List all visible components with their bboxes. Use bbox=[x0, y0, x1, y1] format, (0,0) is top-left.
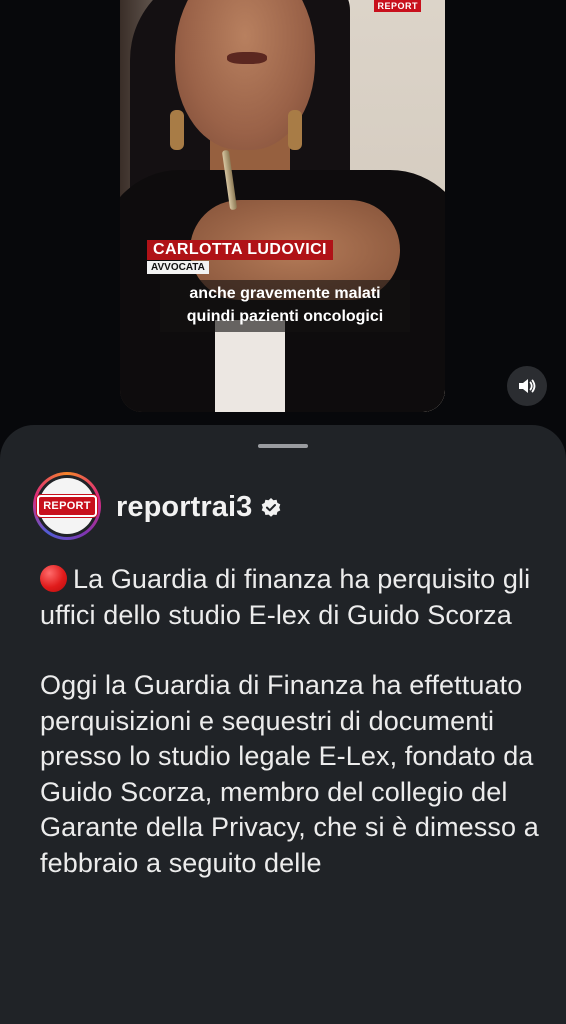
post-caption: La Guardia di finanza ha perquisito gli … bbox=[40, 562, 540, 881]
sheet-drag-handle[interactable] bbox=[258, 444, 308, 448]
headline-text: La Guardia di finanza ha perquisito gli … bbox=[40, 564, 531, 630]
video-subtitle: anche gravemente malati quindi pazienti … bbox=[160, 280, 410, 332]
post-headline: La Guardia di finanza ha perquisito gli … bbox=[40, 562, 540, 633]
avatar-story-ring[interactable]: REPORT bbox=[33, 472, 101, 540]
verified-badge-icon bbox=[260, 497, 282, 519]
caption-sheet[interactable]: REPORT reportrai3 La Guardia di finanza … bbox=[0, 425, 566, 1024]
speaker-volume-icon bbox=[519, 379, 536, 393]
subtitle-line-2: quindi pazienti oncologici bbox=[186, 308, 384, 325]
subtitle-line-1: anche gravemente malati bbox=[189, 285, 381, 302]
post-body: Oggi la Guardia di Finanza ha effettuato… bbox=[40, 670, 539, 878]
mute-button[interactable] bbox=[507, 366, 547, 406]
screen: REPORT CARLOTTA LUDOVICI AVVOCATA anche … bbox=[0, 0, 566, 1024]
avatar: REPORT bbox=[37, 478, 97, 534]
video-player[interactable]: REPORT CARLOTTA LUDOVICI AVVOCATA anche … bbox=[120, 0, 445, 412]
username[interactable]: reportrai3 bbox=[116, 491, 252, 524]
speaker-role-tag: AVVOCATA bbox=[147, 261, 209, 274]
speaker-name-tag: CARLOTTA LUDOVICI bbox=[147, 240, 333, 260]
video-channel-logo: REPORT bbox=[374, 0, 421, 12]
author-row[interactable]: reportrai3 bbox=[116, 491, 282, 524]
report-logo: REPORT bbox=[37, 495, 97, 517]
red-circle-icon bbox=[40, 565, 67, 592]
